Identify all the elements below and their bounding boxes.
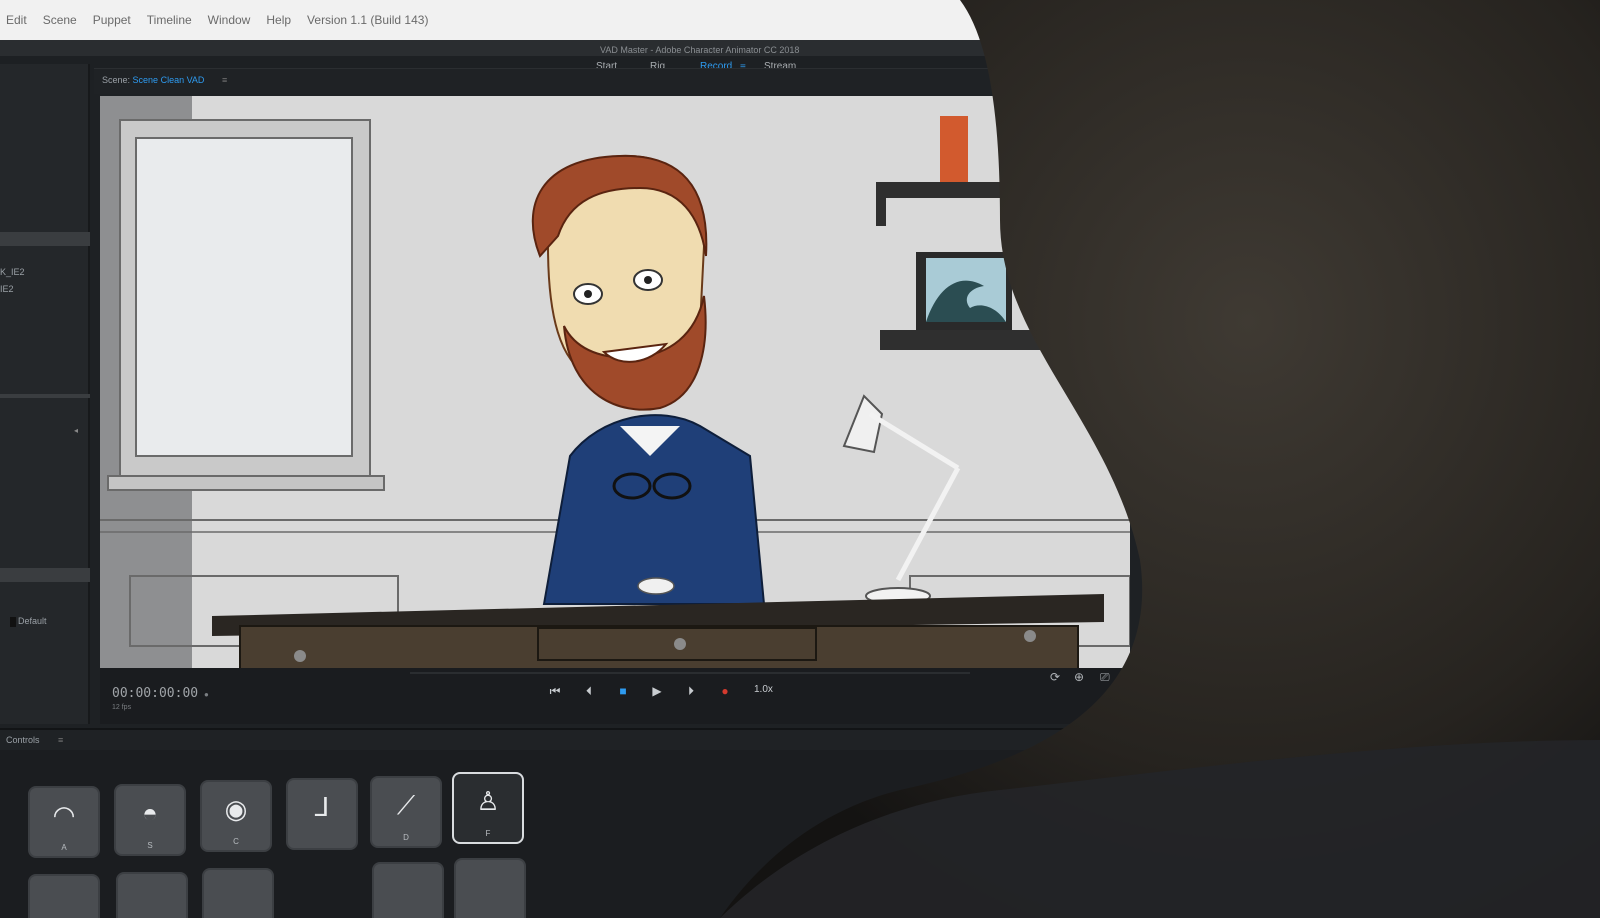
panel-divider (0, 394, 90, 398)
dropdown-icon[interactable]: ▼ (1180, 672, 1189, 682)
menu-edit[interactable]: Edit (6, 13, 27, 27)
scene-label-text: Scene: (102, 75, 131, 85)
trigger-button[interactable]: ◓ S (114, 784, 186, 856)
shelf-bracket (876, 182, 886, 226)
project-item[interactable]: K_IE2 (0, 267, 25, 277)
trigger-button[interactable] (202, 868, 274, 918)
default-label: Default (18, 616, 47, 626)
trigger-key: S (147, 841, 153, 850)
trigger-key: C (233, 837, 239, 846)
scene-label: Scene: Scene Clean VAD (102, 75, 204, 85)
color-swatch (10, 617, 16, 627)
loop-icon[interactable]: ⟳ (1050, 670, 1060, 684)
menu-icon[interactable]: ≡ (58, 735, 63, 745)
scene-name[interactable]: Scene Clean VAD (133, 75, 205, 85)
step-forward-button[interactable]: ⏵ (680, 680, 702, 702)
menu-icon[interactable]: ≡ (222, 75, 227, 85)
menu-scene[interactable]: Scene (43, 13, 77, 27)
zoom-level[interactable]: (118%) (1146, 670, 1178, 681)
trigger-glyph: ⅃ (314, 792, 330, 822)
controls-label: Controls (6, 735, 40, 745)
square-icon[interactable]: ■ (1124, 670, 1131, 684)
frame-rate: 12 fps (112, 704, 132, 711)
trigger-button[interactable] (28, 874, 100, 918)
timecode-options-icon[interactable]: ● (204, 690, 209, 699)
menu-window[interactable]: Window (208, 13, 251, 27)
framed-picture (916, 252, 1012, 330)
timeline-scrubber[interactable] (410, 672, 970, 674)
panel-divider (0, 232, 90, 246)
scene-illustration (100, 96, 1130, 680)
trigger-glyph: ◓ (142, 798, 158, 828)
chevron-icon[interactable]: ◂ (74, 426, 78, 435)
shelf-bottom (880, 330, 1080, 350)
trigger-glyph: ♙ (476, 786, 500, 816)
project-panel: K_IE2 IE2 ◂ Default (0, 64, 90, 724)
drawer-knob (294, 650, 306, 662)
trigger-button[interactable] (372, 862, 444, 918)
timecode[interactable]: 00:00:00:00 (112, 686, 198, 701)
transport-bar: 00:00:00:00 ● 12 fps ⏮ ⏴ ■ ▶ ⏵ ● 1.0x ⟳ … (100, 668, 1210, 724)
trigger-button[interactable]: ◉ C (200, 780, 272, 852)
pupil (644, 276, 652, 284)
playback-speed[interactable]: 1.0x (754, 684, 773, 695)
menu-timeline[interactable]: Timeline (147, 13, 192, 27)
panel-divider (0, 568, 90, 582)
shelf-top (876, 182, 1076, 198)
project-item[interactable]: IE2 (0, 284, 14, 294)
trigger-glyph: ◠ (52, 800, 76, 830)
window-glass (135, 137, 353, 457)
scene-canvas[interactable] (100, 96, 1130, 680)
scene-panel-header: Scene: Scene Clean VAD ≡ (94, 68, 994, 94)
trigger-button[interactable] (116, 872, 188, 918)
version-label: Version 1.1 (Build 143) (307, 13, 429, 27)
trigger-button[interactable]: ⟋ D (370, 776, 442, 848)
play-button[interactable]: ▶ (646, 680, 668, 702)
trigger-button[interactable]: ⅃ (286, 778, 358, 850)
window-sill (107, 475, 385, 491)
drawer-knob (1024, 630, 1036, 642)
pupil (584, 290, 592, 298)
controls-panel-header: Controls ≡ (0, 728, 1200, 750)
trigger-button-selected[interactable]: ♙ F (452, 772, 524, 844)
menu-bar: Edit Scene Puppet Timeline Window Help V… (0, 0, 1000, 40)
trigger-glyph: ◉ (224, 794, 248, 824)
trigger-key: F (485, 829, 491, 838)
window-title: VAD Master - Adobe Character Animator CC… (600, 45, 800, 55)
coffee-cup (637, 577, 675, 595)
drawer-knob (674, 638, 686, 650)
target-icon[interactable]: ⊕ (1074, 670, 1084, 684)
menu-help[interactable]: Help (266, 13, 291, 27)
menu-puppet[interactable]: Puppet (93, 13, 131, 27)
character-animator-window: Edit Scene Puppet Timeline Window Help V… (0, 0, 1600, 918)
trigger-key: D (403, 833, 409, 842)
trigger-glyph: ⟋ (396, 790, 416, 820)
controls-panel: ◠ A ◓ S ◉ C ⅃ ⟋ D ♙ F (0, 750, 1200, 918)
step-back-button[interactable]: ⏴ (578, 680, 600, 702)
cast-icon[interactable]: ⎚ (1100, 670, 1110, 685)
go-to-start-button[interactable]: ⏮ (544, 680, 566, 702)
book (940, 116, 968, 182)
record-button[interactable]: ● (714, 680, 736, 702)
trigger-button[interactable] (454, 858, 526, 918)
trigger-key: A (61, 843, 67, 852)
trigger-button[interactable]: ◠ A (28, 786, 100, 858)
stop-button[interactable]: ■ (612, 680, 634, 702)
